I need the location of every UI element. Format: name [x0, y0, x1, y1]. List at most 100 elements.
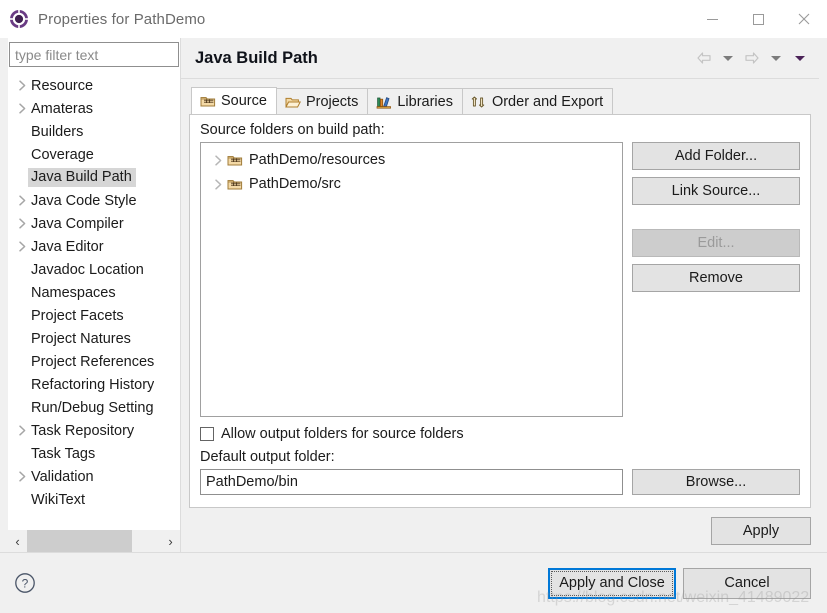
view-menu-dropdown-icon[interactable]: [789, 47, 811, 69]
sidebar-item-label: Javadoc Location: [31, 261, 144, 278]
title-bar: Properties for PathDemo: [0, 0, 827, 38]
settings-tree: Resource Amateras Builders Coverage Java Bui…: [8, 73, 180, 529]
add-folder-button[interactable]: Add Folder...: [632, 142, 800, 170]
settings-sidebar: type filter text Resource Amateras Builder…: [8, 38, 181, 552]
allow-output-folders-row[interactable]: Allow output folders for source folders: [200, 426, 800, 442]
sidebar-horizontal-scrollbar[interactable]: ‹ ›: [8, 529, 180, 552]
sidebar-item-validation[interactable]: Validation: [8, 465, 180, 488]
sidebar-item-label: Java Editor: [31, 238, 104, 255]
chevron-right-icon[interactable]: [14, 103, 31, 114]
source-tab-panel: Source folders on build path: PathDemo/r…: [189, 115, 811, 508]
arrows-icon: [471, 94, 487, 110]
chevron-down-icon: [795, 55, 805, 61]
filter-input[interactable]: type filter text: [9, 42, 179, 67]
sidebar-item-builders[interactable]: Builders: [8, 120, 180, 143]
sidebar-item-java-editor[interactable]: Java Editor: [8, 235, 180, 258]
default-output-folder-input[interactable]: PathDemo/bin: [200, 469, 623, 495]
sidebar-item-java-build-path[interactable]: Java Build Path: [8, 166, 180, 189]
chevron-right-icon[interactable]: [14, 471, 31, 482]
build-path-tabs: Source Projects Libraries Order and Export: [189, 87, 811, 115]
scroll-left-arrow[interactable]: ‹: [8, 530, 27, 552]
tab-order-and-export[interactable]: Order and Export: [461, 88, 614, 114]
tab-projects[interactable]: Projects: [275, 88, 369, 114]
apply-row: Apply: [189, 508, 811, 552]
sidebar-item-label: Namespaces: [31, 284, 116, 301]
browse-button[interactable]: Browse...: [632, 469, 800, 495]
sidebar-item-label: Validation: [31, 468, 94, 485]
sidebar-item-task-repository[interactable]: Task Repository: [8, 419, 180, 442]
sidebar-item-label: Project Facets: [31, 307, 124, 324]
allow-output-folders-checkbox[interactable]: [200, 427, 214, 441]
scroll-right-arrow[interactable]: ›: [161, 530, 180, 552]
sidebar-item-java-code-style[interactable]: Java Code Style: [8, 189, 180, 212]
forward-dropdown-icon[interactable]: [765, 47, 787, 69]
default-output-folder-label: Default output folder:: [200, 449, 335, 465]
settings-page: Java Build Path Source Projects Librarie…: [181, 38, 819, 552]
chevron-right-icon[interactable]: [14, 195, 31, 206]
sidebar-item-label: Resource: [31, 77, 94, 94]
chevron-right-icon[interactable]: [210, 154, 227, 166]
minimize-button[interactable]: [689, 0, 735, 38]
chevron-right-icon[interactable]: [14, 218, 31, 229]
chevron-right-icon[interactable]: [14, 241, 31, 252]
source-folders-label: Source folders on build path:: [200, 122, 385, 138]
sidebar-item-label: Java Code Style: [31, 192, 137, 209]
default-output-folder-value: PathDemo/bin: [206, 474, 298, 490]
sidebar-item-amateras[interactable]: Amateras: [8, 97, 180, 120]
source-folder-item[interactable]: PathDemo/src: [201, 172, 622, 196]
minimize-icon: [706, 18, 718, 20]
footer-buttons: Apply and Close Cancel: [548, 567, 811, 599]
sidebar-item-run-debug-setting[interactable]: Run/Debug Setting: [8, 396, 180, 419]
sidebar-item-label: Java Build Path: [28, 168, 136, 187]
eclipse-properties-icon: [9, 9, 29, 29]
scroll-thumb[interactable]: [27, 530, 132, 552]
back-arrow-icon[interactable]: [693, 47, 715, 69]
tab-libraries[interactable]: Libraries: [367, 88, 463, 114]
sidebar-item-resource[interactable]: Resource: [8, 74, 180, 97]
maximize-icon: [752, 13, 764, 25]
close-icon: [798, 13, 810, 25]
source-action-buttons: Add Folder... Link Source... Edit... Remove: [632, 142, 800, 417]
default-output-folder-row: PathDemo/bin Browse...: [200, 469, 800, 495]
package-folder-icon: [200, 93, 216, 109]
close-button[interactable]: [781, 0, 827, 38]
forward-arrow-icon[interactable]: [741, 47, 763, 69]
chevron-right-icon[interactable]: [210, 178, 227, 190]
sidebar-item-project-references[interactable]: Project References: [8, 350, 180, 373]
tab-label: Projects: [305, 93, 359, 110]
chevron-down-icon: [723, 55, 733, 61]
sidebar-item-task-tags[interactable]: Task Tags: [8, 442, 180, 465]
chevron-right-icon[interactable]: [14, 80, 31, 91]
help-circle-icon[interactable]: ?: [14, 572, 36, 594]
sidebar-item-project-facets[interactable]: Project Facets: [8, 304, 180, 327]
properties-dialog: Properties for PathDemo type filter text: [0, 0, 827, 613]
page-body: Source Projects Libraries Order and Export …: [181, 79, 819, 552]
apply-button[interactable]: Apply: [711, 517, 811, 545]
sidebar-item-wikitext[interactable]: WikiText: [8, 488, 180, 511]
sidebar-item-namespaces[interactable]: Namespaces: [8, 281, 180, 304]
cancel-button[interactable]: Cancel: [683, 567, 811, 599]
sidebar-item-coverage[interactable]: Coverage: [8, 143, 180, 166]
remove-button[interactable]: Remove: [632, 264, 800, 292]
sidebar-item-java-compiler[interactable]: Java Compiler: [8, 212, 180, 235]
sidebar-item-javadoc-location[interactable]: Javadoc Location: [8, 258, 180, 281]
tab-source[interactable]: Source: [191, 87, 277, 114]
apply-and-close-button[interactable]: Apply and Close: [548, 567, 676, 599]
sidebar-item-label: Run/Debug Setting: [31, 399, 154, 416]
source-folder-item[interactable]: PathDemo/resources: [201, 148, 622, 172]
link-source-button[interactable]: Link Source...: [632, 177, 800, 205]
chevron-right-icon[interactable]: [14, 425, 31, 436]
package-folder-icon: [227, 176, 243, 192]
maximize-button[interactable]: [735, 0, 781, 38]
source-folders-tree[interactable]: PathDemo/resources PathDemo/src: [200, 142, 623, 417]
open-folder-icon: [285, 94, 301, 110]
sidebar-item-label: Amateras: [31, 100, 94, 117]
edit-button: Edit...: [632, 229, 800, 257]
window-controls: [689, 0, 827, 38]
scroll-track[interactable]: [27, 530, 161, 552]
sidebar-item-project-natures[interactable]: Project Natures: [8, 327, 180, 350]
sidebar-item-refactoring-history[interactable]: Refactoring History: [8, 373, 180, 396]
source-folders-row: PathDemo/resources PathDemo/src Add Folde…: [200, 142, 800, 417]
back-dropdown-icon[interactable]: [717, 47, 739, 69]
sidebar-item-label: Coverage: [31, 146, 94, 163]
